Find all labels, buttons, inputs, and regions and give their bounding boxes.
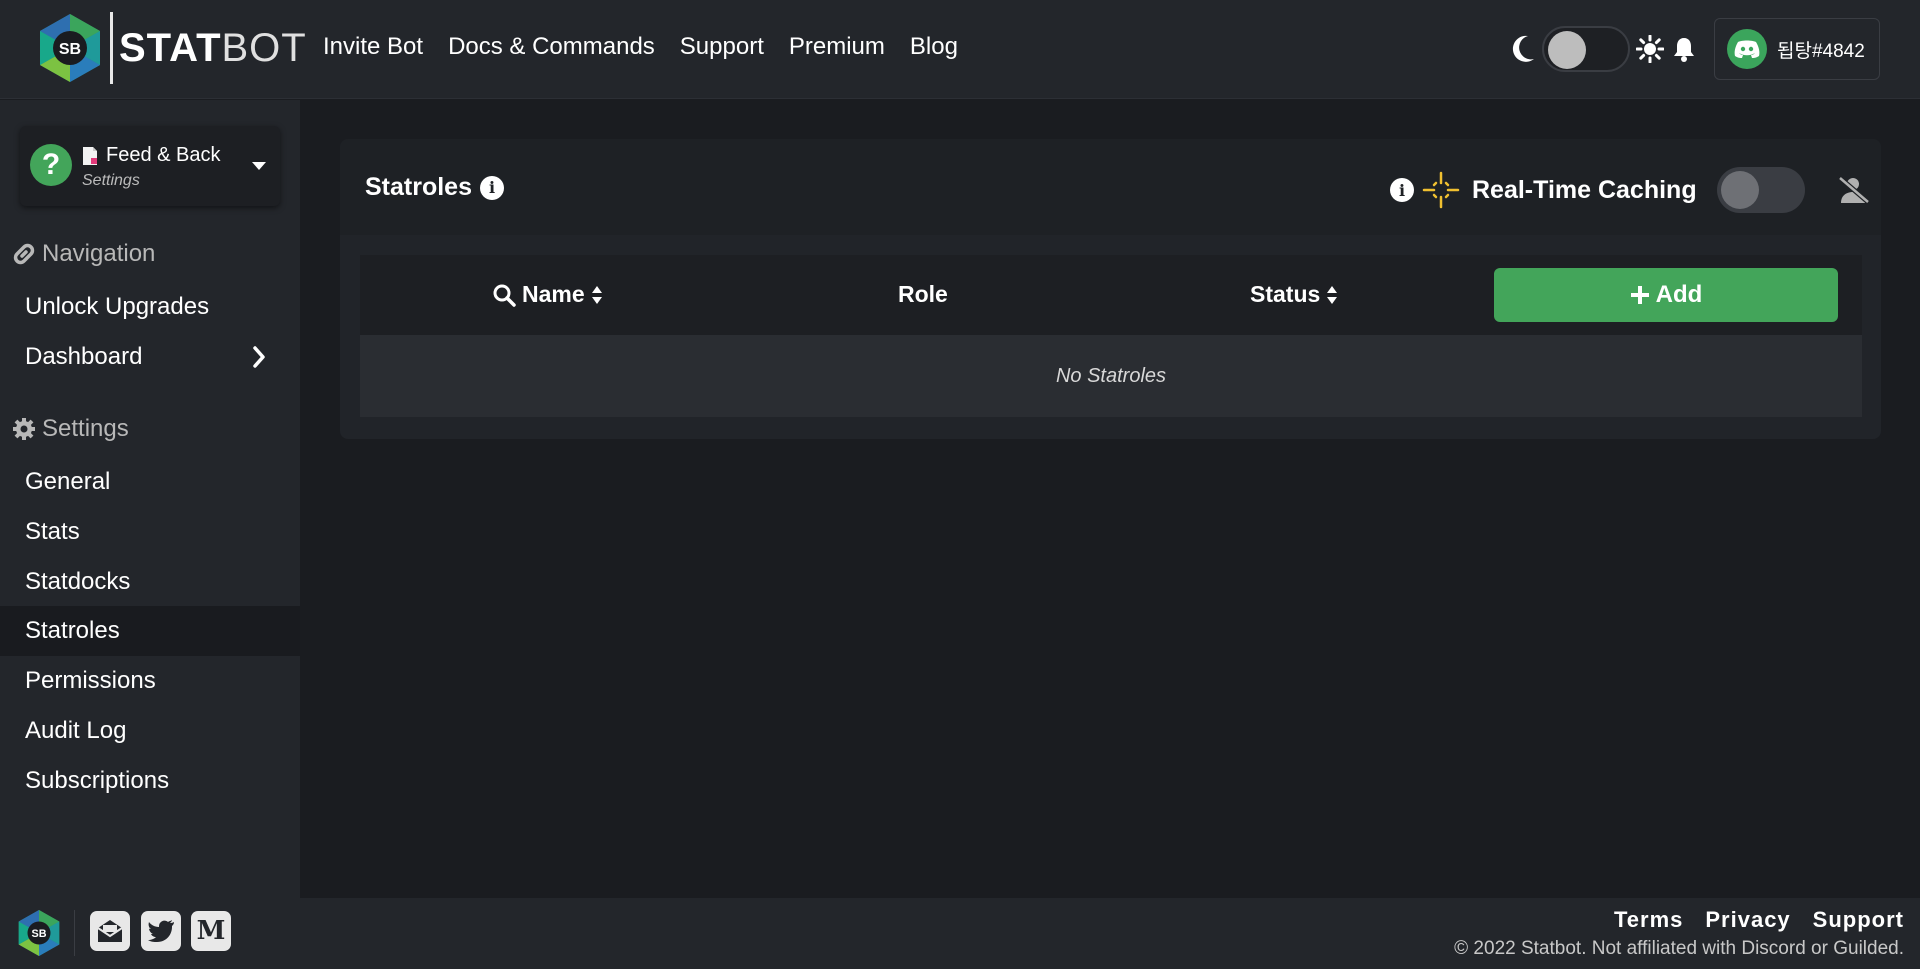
statroles-table: Name Role Status Add No Statroles [360,255,1862,417]
theme-toggle[interactable] [1542,26,1630,72]
sort-icon [591,285,602,304]
navigation-section-header: Navigation [12,240,155,268]
caret-down-icon [252,162,266,170]
realtime-caching-control: i Real-Time Caching [1390,167,1871,213]
sidebar-item-audit-log[interactable]: Audit Log [0,706,300,756]
sidebar-item-stats[interactable]: Stats [0,507,300,557]
empty-state-text: No Statroles [1055,364,1167,387]
top-nav-links: Invite Bot Docs & Commands Support Premi… [323,33,958,61]
sidebar-item-dashboard[interactable]: Dashboard [0,332,300,382]
table-header: Name Role Status Add [360,255,1862,335]
gear-icon [13,418,35,440]
column-status-header[interactable]: Status [1250,281,1338,308]
bell-icon[interactable] [1673,36,1695,62]
sidebar-item-statdocks[interactable]: Statdocks [0,557,300,607]
theme-toggle-knob [1548,31,1586,69]
footer: SB M Terms Privacy Support © 2022 Statbo… [0,898,1920,969]
sidebar-item-unlock-upgrades[interactable]: Unlock Upgrades [0,282,300,332]
server-selector[interactable]: ? Feed & Back Settings [20,126,280,206]
add-statrole-button[interactable]: Add [1494,268,1838,322]
info-icon[interactable]: i [479,175,504,200]
chevron-right-icon [253,346,265,368]
footer-statbot-logo-icon[interactable]: SB [16,908,62,958]
nav-invite-bot[interactable]: Invite Bot [323,33,423,61]
sidebar-item-subscriptions[interactable]: Subscriptions [0,756,300,806]
page-title: Statroles i [365,173,504,202]
realtime-caching-label: Real-Time Caching [1472,175,1697,204]
settings-section-header: Settings [12,415,129,443]
panel-header: Statroles i i Real-Time Caching [340,139,1881,235]
medium-icon[interactable]: M [191,911,231,951]
discord-avatar-icon [1727,29,1767,69]
realtime-caching-toggle[interactable] [1716,167,1805,213]
top-navbar: SB STATBOT Invite Bot Docs & Commands Su… [0,0,1920,99]
sidebar-item-permissions[interactable]: Permissions [0,656,300,706]
sidebar-item-statroles[interactable]: Statroles [0,606,300,656]
statroles-panel: Statroles i i Real-Time Caching Name Rol… [340,139,1881,439]
caching-crosshair-icon [1422,171,1460,209]
statbot-logo[interactable]: SB STATBOT [36,12,307,84]
nav-premium[interactable]: Premium [789,33,885,61]
moon-icon [1512,35,1534,62]
sort-icon [1327,285,1338,304]
twitter-icon[interactable] [141,911,181,951]
user-account-button[interactable]: 됩탕#4842 [1714,18,1880,80]
svg-text:SB: SB [59,41,81,58]
table-body: No Statroles [360,335,1862,417]
server-name: Feed & Back [82,144,221,167]
realtime-info-icon[interactable]: i [1390,178,1414,202]
email-icon[interactable] [90,911,130,951]
realtime-toggle-knob [1720,171,1759,209]
copyright-text: © 2022 Statbot. Not affiliated with Disc… [1454,938,1904,959]
svg-text:SB: SB [31,928,46,940]
nav-blog[interactable]: Blog [910,33,958,61]
link-icon [13,243,35,265]
footer-privacy-link[interactable]: Privacy [1705,907,1790,933]
logo-divider [110,12,113,84]
sidebar: ? Feed & Back Settings Navigation Unlock… [0,100,300,898]
statbot-hex-logo-icon: SB [40,14,100,82]
sidebar-item-general[interactable]: General [0,457,300,507]
server-icon: ? [30,144,72,186]
nav-support[interactable]: Support [680,33,764,61]
sun-icon [1636,35,1664,63]
column-role-header: Role [898,281,948,307]
username-label: 됩탕#4842 [1777,40,1865,62]
footer-terms-link[interactable]: Terms [1614,907,1683,933]
document-icon [83,146,97,165]
column-name-header[interactable]: Name [492,281,603,308]
plus-icon [1630,286,1649,304]
nav-docs-commands[interactable]: Docs & Commands [448,33,655,61]
footer-divider [74,910,75,956]
logo-text: STATBOT [119,25,307,70]
footer-links: Terms Privacy Support [1614,907,1904,933]
footer-support-link[interactable]: Support [1813,907,1904,933]
server-subtitle: Settings [82,172,140,189]
user-slash-icon[interactable] [1837,175,1871,205]
search-icon [493,284,516,307]
